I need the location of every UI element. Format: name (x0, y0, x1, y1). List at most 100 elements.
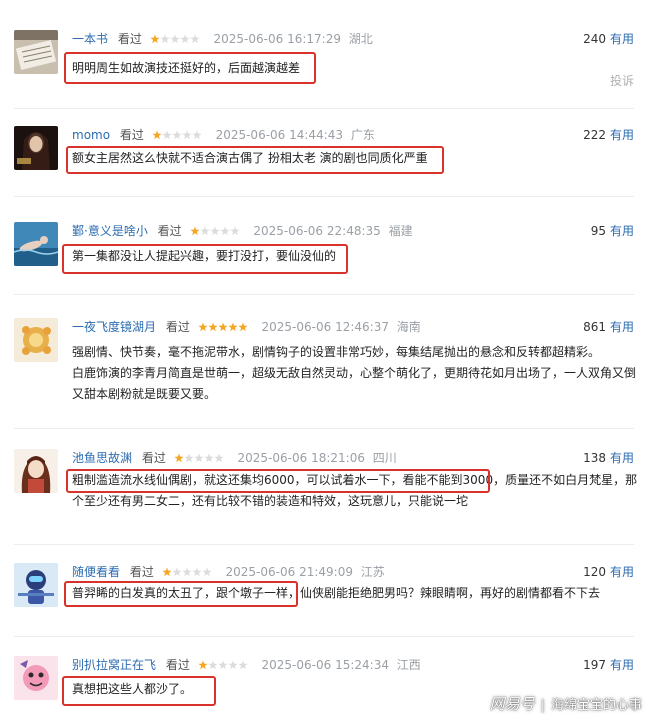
vote-count: 120 有用 (583, 563, 634, 581)
review-location: 海南 (396, 320, 421, 334)
review-time: 2025-06-06 22:48:35 (253, 224, 381, 238)
username-link[interactable]: 别扒拉窝正在飞 (72, 658, 156, 672)
review-meta: 鄞·意义是啥小 看过 2025-06-06 22:48:35 福建 (72, 222, 413, 240)
review-time: 2025-06-06 14:44:43 (215, 128, 344, 142)
user-avatar[interactable] (14, 222, 58, 266)
divider (14, 294, 634, 295)
star-empty-icon (228, 660, 238, 670)
watch-status: 看过 (165, 320, 190, 334)
star-filled-icon (198, 660, 208, 670)
review-line: 强剧情、快节奏，毫不拖泥带水，剧情钩子的设置非常巧妙，每集结尾抛出的悬念和反转都… (72, 345, 601, 359)
review-time: 2025-06-06 18:21:06 (237, 451, 365, 465)
star-empty-icon (202, 567, 212, 577)
vote-number: 138 (583, 451, 606, 465)
star-rating (174, 453, 224, 463)
star-empty-icon (184, 453, 194, 463)
username-link[interactable]: 一夜飞度镜湖月 (72, 320, 156, 334)
vote-number: 240 (583, 32, 606, 46)
star-empty-icon (218, 660, 228, 670)
useful-button[interactable]: 有用 (610, 128, 634, 142)
divider (14, 636, 634, 637)
watch-status: 看过 (129, 565, 154, 579)
watch-status: 看过 (165, 658, 190, 672)
star-empty-icon (180, 34, 190, 44)
user-avatar[interactable] (14, 318, 58, 362)
username-link[interactable]: 鄞·意义是啥小 (72, 224, 148, 238)
review-time: 2025-06-06 15:24:34 (261, 658, 389, 672)
star-filled-icon (150, 34, 160, 44)
star-rating (198, 660, 248, 670)
user-avatar[interactable] (14, 126, 58, 170)
user-avatar[interactable] (14, 563, 58, 607)
watermark-logo: 网易号 (489, 695, 535, 713)
vote-number: 861 (583, 320, 606, 334)
vote-count: 861 有用 (583, 318, 634, 336)
review-content: 普羿睎的白发真的太丑了，跟个墩子一样，仙侠剧能拒绝肥男吗？辣眼睛啊，再好的剧情都… (72, 586, 601, 600)
review-meta: 别扒拉窝正在飞 看过 2025-06-06 15:24:34 江西 (72, 656, 421, 674)
review-line: 粗制滥造流水线仙偶剧，就这还集均6000，可以试着水一下，看能不能到3000，质… (72, 473, 638, 487)
useful-button[interactable]: 有用 (610, 565, 634, 579)
useful-button[interactable]: 有用 (610, 320, 634, 334)
vote-number: 120 (583, 565, 606, 579)
review-location: 江苏 (360, 565, 385, 579)
star-filled-icon (152, 130, 162, 140)
review-location: 广东 (350, 128, 375, 142)
review-time: 2025-06-06 21:49:09 (225, 565, 353, 579)
review-line: 个至少还有男二女二，还有比较不错的装造和特效，这玩意儿，只能说一坨 (72, 494, 469, 508)
star-rating (150, 34, 200, 44)
useful-button[interactable]: 有用 (610, 224, 634, 238)
username-link[interactable]: 池鱼思故渊 (72, 451, 132, 465)
divider (14, 196, 634, 197)
divider (14, 428, 634, 429)
vote-count: 240 有用 (583, 30, 634, 48)
star-empty-icon (170, 34, 180, 44)
watermark-separator: | (540, 698, 545, 713)
star-empty-icon (172, 567, 182, 577)
star-rating (162, 567, 212, 577)
star-rating (189, 226, 240, 236)
useful-button[interactable]: 有用 (610, 32, 634, 46)
watch-status: 看过 (117, 32, 142, 46)
review-meta: momo 看过 2025-06-06 14:44:43 广东 (72, 126, 375, 144)
star-filled-icon (218, 322, 228, 332)
watermark: 网易号 | 海绵宝宝的心事 (490, 693, 642, 714)
star-rating (152, 130, 202, 140)
review-meta: 一本书 看过 2025-06-06 16:17:29 湖北 (72, 30, 373, 48)
user-avatar[interactable] (14, 656, 58, 700)
star-empty-icon (209, 226, 220, 236)
vote-count: 222 有用 (583, 126, 634, 144)
useful-button[interactable]: 有用 (610, 451, 634, 465)
vote-number: 197 (583, 658, 606, 672)
review-location: 福建 (388, 224, 413, 238)
review-content: 明明周生如故演技还挺好的，后面越演越差 (72, 61, 301, 75)
user-avatar[interactable] (14, 449, 58, 493)
watch-status: 看过 (141, 451, 166, 465)
star-empty-icon (194, 453, 204, 463)
review-content: 额女主居然这么快就不适合演古偶了 扮相太老 演的剧也同质化严重 (72, 151, 428, 165)
username-link[interactable]: 一本书 (72, 32, 108, 46)
review-time: 2025-06-06 12:46:37 (261, 320, 389, 334)
review-content: 第一集都没让人提起兴趣，要打没打，要仙没仙的 (72, 249, 337, 263)
username-link[interactable]: momo (72, 128, 110, 142)
vote-count: 95 有用 (591, 222, 634, 240)
star-filled-icon (238, 322, 248, 332)
report-link[interactable]: 投诉 (610, 72, 634, 89)
star-empty-icon (192, 130, 202, 140)
star-empty-icon (162, 130, 172, 140)
star-filled-icon (208, 322, 218, 332)
divider (14, 108, 634, 109)
star-filled-icon (198, 322, 208, 332)
star-filled-icon (228, 322, 238, 332)
divider (14, 544, 634, 545)
star-empty-icon (160, 34, 170, 44)
review-location: 江西 (396, 658, 421, 672)
useful-button[interactable]: 有用 (610, 658, 634, 672)
star-empty-icon (229, 226, 240, 236)
username-link[interactable]: 随便看看 (72, 565, 120, 579)
review-time: 2025-06-06 16:17:29 (213, 32, 341, 46)
star-empty-icon (182, 130, 192, 140)
review-location: 湖北 (348, 32, 373, 46)
user-avatar[interactable] (14, 30, 58, 74)
star-empty-icon (182, 567, 192, 577)
star-empty-icon (219, 226, 230, 236)
